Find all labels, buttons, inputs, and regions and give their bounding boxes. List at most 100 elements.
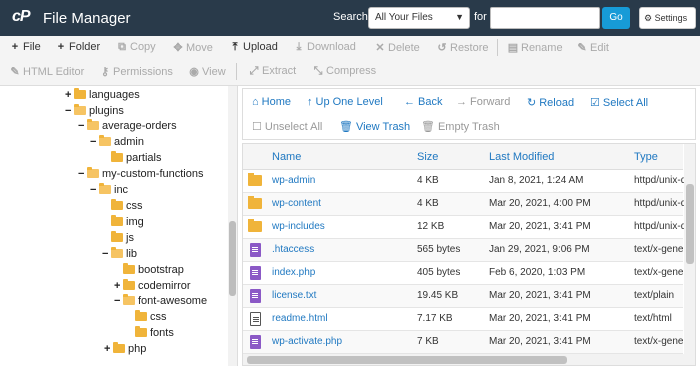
table-row[interactable]: wp-content 4 KB Mar 20, 2021, 4:00 PM ht… <box>243 193 686 216</box>
download-button[interactable]: ⤓ Download <box>293 41 356 54</box>
reload-icon: ↻ <box>527 97 537 109</box>
file-list-table: Name Size Last Modified Type wp-admin 4 … <box>242 143 696 366</box>
tree-item-font-awesome[interactable]: − font-awesome <box>114 294 207 309</box>
search-scope-value: All Your Files <box>375 12 433 23</box>
expand-toggle-icon[interactable]: + <box>114 279 123 294</box>
extract-button[interactable]: ⤢ Extract <box>248 65 297 78</box>
folder-open-icon <box>99 135 111 146</box>
tree-scrollbar-thumb[interactable] <box>229 221 236 296</box>
tree-item-css[interactable]: css <box>102 199 143 214</box>
search-scope-select[interactable]: All Your Files ▼ <box>368 7 470 29</box>
table-row[interactable]: wp-admin 4 KB Jan 8, 2021, 1:24 AM httpd… <box>243 170 686 193</box>
edit-button[interactable]: ✎ Edit <box>576 41 609 54</box>
collapse-toggle-icon[interactable]: − <box>90 135 99 150</box>
go-button[interactable]: Go <box>602 7 630 29</box>
column-last-modified[interactable]: Last Modified <box>489 151 554 163</box>
compress-button[interactable]: ⤡ Compress <box>312 65 377 78</box>
tree-item-languages[interactable]: + languages <box>65 88 140 103</box>
folder-icon <box>248 173 262 188</box>
tree-item-my-custom-functions[interactable]: − my-custom-functions <box>78 167 203 182</box>
tree-item-inc[interactable]: − inc <box>90 183 128 198</box>
tree-item-fonts[interactable]: fonts <box>126 326 174 341</box>
search-input[interactable] <box>490 7 600 29</box>
text-file-icon <box>250 266 261 283</box>
back-button[interactable]: ← Back <box>404 96 442 108</box>
eye-icon: ◉ <box>189 66 199 78</box>
rename-icon: ▤ <box>507 42 519 54</box>
upload-button[interactable]: ⤒ Upload <box>229 41 278 54</box>
trash-icon: 🗑 <box>421 121 435 133</box>
plus-icon: + <box>11 41 19 53</box>
move-button[interactable]: ✥ Move <box>172 41 213 54</box>
up-one-level-button[interactable]: ↑ Up One Level <box>307 96 383 108</box>
search-label: Search <box>333 11 368 23</box>
reload-button[interactable]: ↻ Reload <box>527 96 574 109</box>
tree-item-plugins[interactable]: − plugins <box>65 104 124 119</box>
horizontal-scrollbar-thumb[interactable] <box>247 356 567 364</box>
forward-button[interactable]: → Forward <box>456 96 510 108</box>
copy-icon: ⧉ <box>118 41 126 53</box>
settings-button[interactable]: ⚙ Settings <box>639 7 696 29</box>
view-button[interactable]: ◉ View <box>188 65 225 78</box>
collapse-toggle-icon[interactable]: − <box>102 247 111 262</box>
undo-icon: ↺ <box>437 42 447 54</box>
table-row[interactable]: wp-activate.php 7 KB Mar 20, 2021, 3:41 … <box>243 331 687 354</box>
select-all-button[interactable]: ☑ Select All <box>590 96 648 109</box>
new-folder-button[interactable]: + Folder <box>55 41 100 53</box>
top-header: cP File Manager Search All Your Files ▼ … <box>0 0 700 36</box>
folder-icon <box>74 88 86 99</box>
tree-item-admin[interactable]: − admin <box>90 135 144 150</box>
table-row[interactable]: .htaccess 565 bytes Jan 29, 2021, 9:06 P… <box>243 239 687 262</box>
table-row[interactable]: license.txt 19.45 KB Mar 20, 2021, 3:41 … <box>243 285 683 308</box>
vertical-scrollbar-thumb[interactable] <box>686 184 694 264</box>
expand-toggle-icon[interactable]: + <box>104 342 113 357</box>
folder-icon <box>248 196 262 211</box>
collapse-toggle-icon[interactable]: − <box>90 183 99 198</box>
collapse-toggle-icon[interactable]: − <box>78 119 87 134</box>
permissions-button[interactable]: ⚷ Permissions <box>99 65 173 78</box>
restore-button[interactable]: ↺ Restore <box>436 41 488 54</box>
expand-toggle-icon[interactable]: + <box>65 88 74 103</box>
home-button[interactable]: ⌂ Home <box>252 96 291 108</box>
view-trash-button[interactable]: 🗑 View Trash <box>339 120 410 133</box>
unselect-all-button[interactable]: ☐ Unselect All <box>252 120 322 133</box>
column-type[interactable]: Type <box>634 151 658 163</box>
tree-item-codemirror[interactable]: + codemirror <box>114 279 191 294</box>
empty-trash-button[interactable]: 🗑 Empty Trash <box>421 120 500 133</box>
upload-icon: ⤒ <box>232 41 238 53</box>
table-row[interactable]: readme.html 7.17 KB Mar 20, 2021, 3:41 P… <box>243 308 683 331</box>
folder-icon <box>111 215 123 226</box>
collapse-toggle-icon[interactable]: − <box>65 104 74 119</box>
tree-item-php[interactable]: + php <box>104 342 146 357</box>
gear-icon: ⚙ <box>644 13 653 23</box>
folder-open-icon <box>74 104 86 115</box>
tree-item-lib[interactable]: − lib <box>102 247 137 262</box>
tree-item-css[interactable]: css <box>126 310 167 325</box>
pencil-square-icon: ✎ <box>10 66 20 78</box>
chevron-down-icon: ▼ <box>455 12 464 22</box>
rename-button[interactable]: ▤ Rename <box>507 41 563 54</box>
collapse-toggle-icon[interactable]: − <box>114 294 123 309</box>
tree-item-js[interactable]: js <box>102 231 134 246</box>
column-name[interactable]: Name <box>272 151 301 163</box>
tree-item-bootstrap[interactable]: bootstrap <box>114 263 184 278</box>
text-file-icon <box>250 289 261 306</box>
copy-button[interactable]: ⧉ Copy <box>116 41 156 54</box>
table-row[interactable]: index.php 405 bytes Feb 6, 2020, 1:03 PM… <box>243 262 687 285</box>
column-size[interactable]: Size <box>417 151 438 163</box>
html-editor-button[interactable]: ✎ HTML Editor <box>9 65 84 78</box>
folder-icon <box>135 326 147 337</box>
app-title: File Manager <box>43 10 131 27</box>
folder-open-icon <box>87 119 99 130</box>
delete-button[interactable]: ✕ Delete <box>374 41 419 54</box>
text-file-icon <box>250 243 261 260</box>
cpanel-logo-icon: cP <box>12 8 31 25</box>
tree-item-img[interactable]: img <box>102 215 144 230</box>
table-row[interactable]: wp-includes 12 KB Mar 20, 2021, 3:41 PM … <box>243 216 686 239</box>
new-file-button[interactable]: + File <box>9 41 41 53</box>
for-label: for <box>474 11 487 23</box>
collapse-toggle-icon[interactable]: − <box>78 167 87 182</box>
tree-item-average-orders[interactable]: − average-orders <box>78 119 177 134</box>
tree-item-partials[interactable]: partials <box>102 151 161 166</box>
settings-label: Settings <box>654 13 688 23</box>
